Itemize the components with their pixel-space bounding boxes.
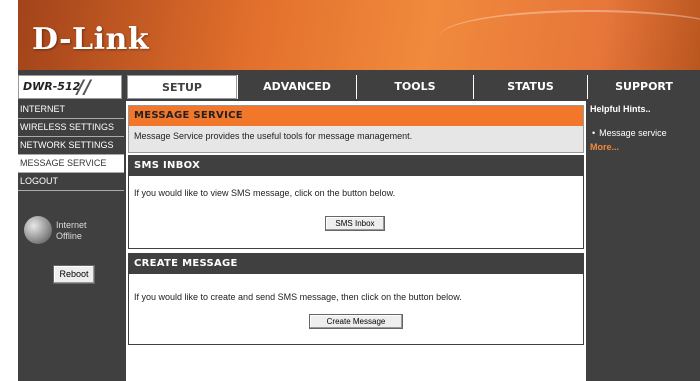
create-message-description: If you would like to create and send SMS… — [134, 292, 462, 302]
sms-inbox-section: SMS INBOX If you would like to view SMS … — [128, 155, 584, 249]
tab-advanced[interactable]: ADVANCED — [237, 75, 356, 99]
top-navigation: DWR-512 // SETUP ADVANCED TOOLS STATUS S… — [18, 75, 700, 99]
hint-item-label: Message service — [599, 128, 667, 138]
model-label: DWR-512 — [23, 80, 81, 93]
tab-support[interactable]: SUPPORT — [587, 75, 700, 99]
sidebar-item-wireless-settings[interactable]: WIRELESS SETTINGS — [18, 119, 124, 137]
sms-inbox-description: If you would like to view SMS message, c… — [134, 188, 396, 198]
sidebar-item-network-settings[interactable]: NETWORK SETTINGS — [18, 137, 124, 155]
create-message-title: CREATE MESSAGE — [129, 254, 583, 274]
sidebar-item-internet[interactable]: INTERNET — [18, 101, 124, 119]
internet-label: Internet — [56, 220, 87, 230]
sidebar: INTERNET WIRELESS SETTINGS NETWORK SETTI… — [18, 101, 124, 381]
internet-status: Internet Offline — [24, 216, 120, 246]
sidebar-item-message-service[interactable]: MESSAGE SERVICE — [18, 155, 124, 173]
internet-state: Offline — [56, 231, 82, 241]
router-frame: D-Link DWR-512 // SETUP ADVANCED TOOLS S… — [18, 0, 700, 381]
tab-status[interactable]: STATUS — [473, 75, 587, 99]
hint-item[interactable]: • Message service — [592, 128, 700, 138]
more-link[interactable]: More... — [590, 142, 700, 152]
message-service-section: MESSAGE SERVICE Message Service provides… — [128, 105, 584, 153]
message-service-description: Message Service provides the useful tool… — [134, 131, 413, 141]
main-content: MESSAGE SERVICE Message Service provides… — [126, 101, 586, 381]
sms-inbox-button[interactable]: SMS Inbox — [325, 216, 385, 231]
tab-setup[interactable]: SETUP — [127, 75, 237, 99]
model-box: DWR-512 // — [18, 75, 122, 99]
bullet-icon: • — [592, 128, 596, 138]
globe-icon — [24, 216, 52, 244]
reboot-button[interactable]: Reboot — [53, 265, 95, 284]
sms-inbox-title: SMS INBOX — [129, 156, 583, 176]
create-message-section: CREATE MESSAGE If you would like to crea… — [128, 253, 584, 345]
message-service-title: MESSAGE SERVICE — [129, 106, 583, 126]
slash-icon: // — [77, 76, 91, 98]
tab-tools[interactable]: TOOLS — [356, 75, 473, 99]
sidebar-item-logout[interactable]: LOGOUT — [18, 173, 124, 191]
dlink-logo: D-Link — [32, 22, 150, 57]
helpful-hints-panel: Helpful Hints.. • Message service More... — [588, 101, 700, 381]
internet-status-label: Internet Offline — [56, 220, 87, 242]
header-banner: D-Link — [18, 0, 700, 70]
create-message-button[interactable]: Create Message — [309, 314, 403, 329]
hints-title: Helpful Hints.. — [590, 104, 651, 114]
